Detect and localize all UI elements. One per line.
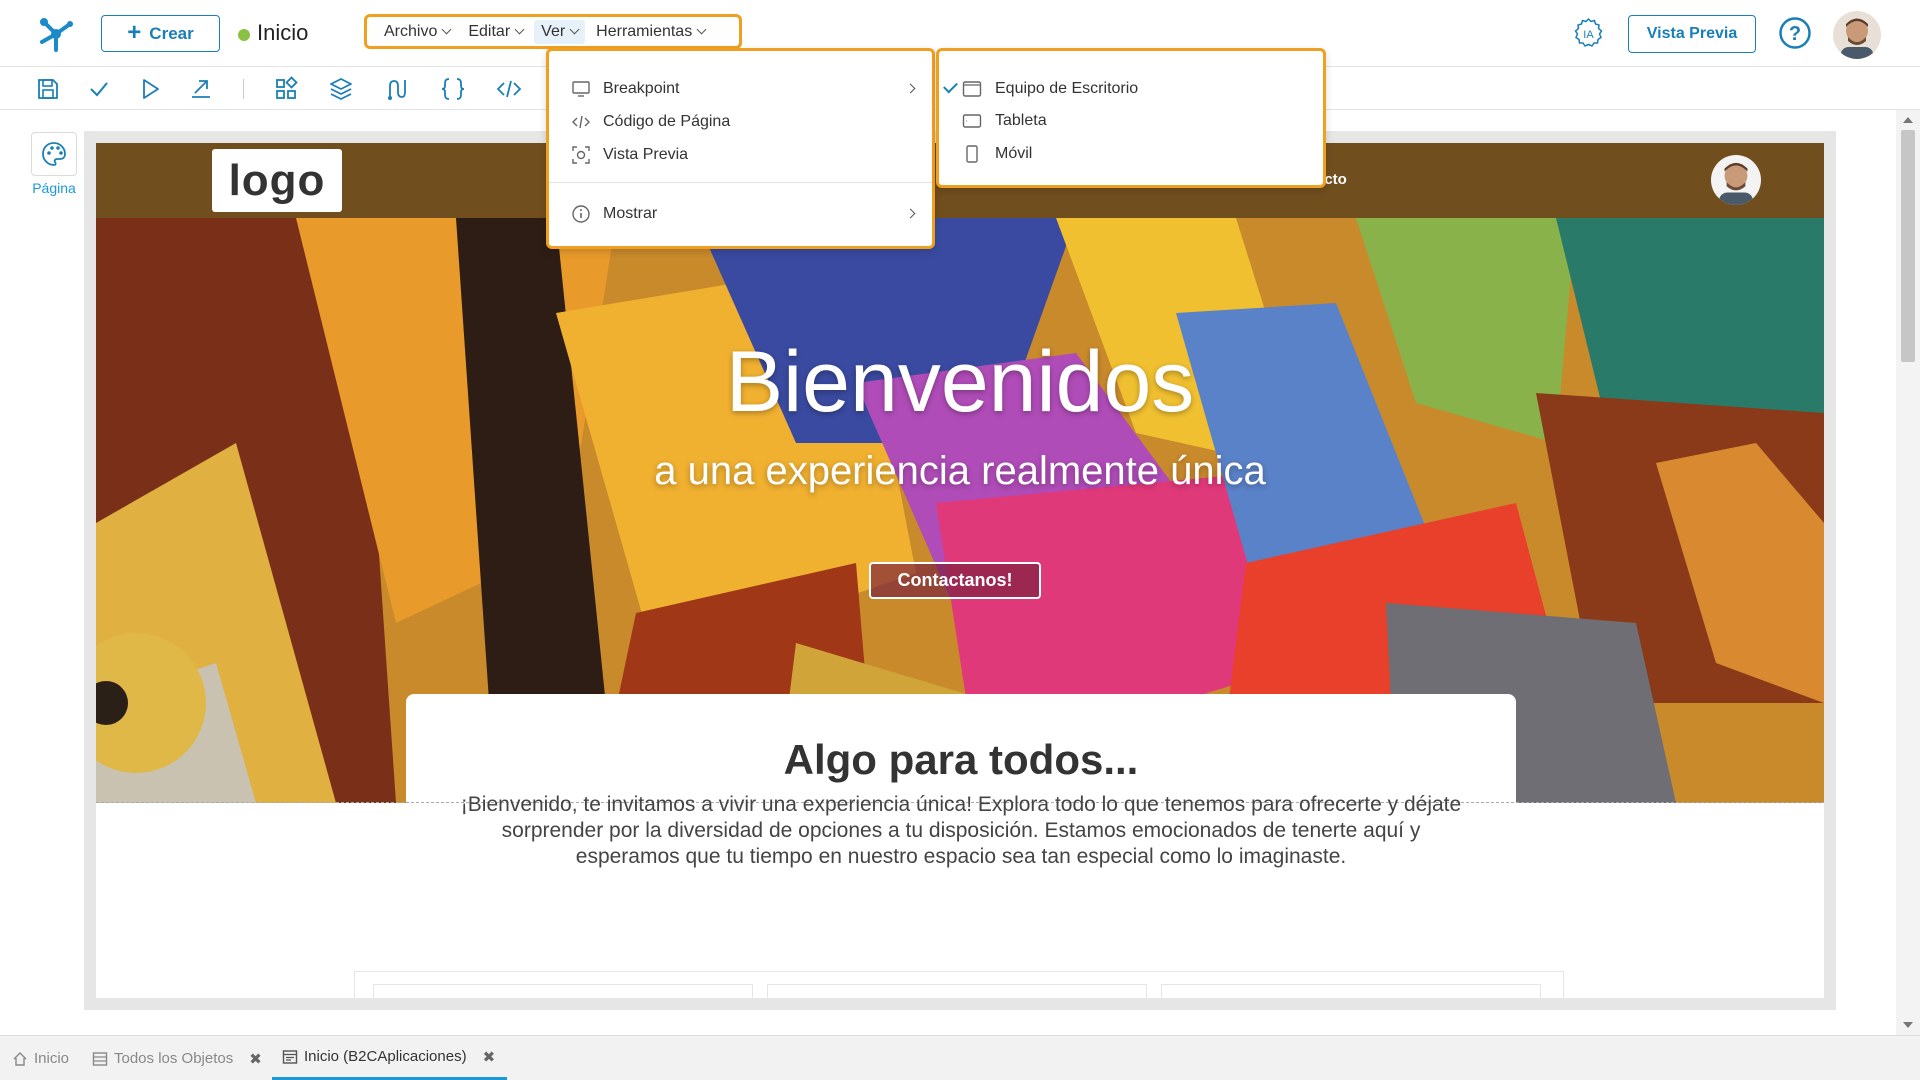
status-dot [238, 29, 250, 41]
menu-divider [549, 182, 932, 183]
chevron-right-icon [905, 208, 916, 219]
help-icon[interactable]: ? [1778, 16, 1812, 50]
menu-archivo-label: Archivo [384, 22, 438, 40]
create-button-label: Crear [149, 23, 194, 43]
tab-home[interactable]: Inicio [12, 1036, 69, 1080]
canvas-frame: logo acto Bienvenidos a una experiencia … [84, 131, 1836, 1010]
bottom-tab-bar: Inicio Todos los Objetos ✖ Inicio (B2CAp… [0, 1035, 1920, 1080]
site-logo[interactable]: logo [212, 149, 342, 212]
chevron-down-icon [696, 24, 707, 35]
hero-title: Bienvenidos [725, 334, 1195, 430]
menu-herramientas[interactable]: Herramientas [589, 20, 712, 44]
flow-icon[interactable] [383, 76, 409, 102]
menu-item-preview[interactable]: Vista Previa [549, 139, 932, 171]
chevron-right-icon [905, 83, 916, 94]
publish-icon[interactable] [188, 76, 214, 102]
close-icon[interactable]: ✖ [483, 1048, 496, 1066]
breakpoint-desktop[interactable]: Equipo de Escritorio [939, 73, 1323, 105]
menu-item-label: Vista Previa [603, 146, 689, 163]
breakpoint-tablet[interactable]: Tableta [939, 105, 1323, 137]
plus-icon: + [127, 18, 142, 46]
content-card[interactable]: Algo para todos... [406, 694, 1516, 804]
scroll-thumb[interactable] [1901, 130, 1915, 362]
chevron-down-icon [441, 24, 452, 35]
check-icon[interactable] [86, 76, 112, 102]
breakpoint-label: Tableta [995, 112, 1047, 129]
toolbar-divider [243, 79, 244, 99]
components-icon[interactable] [273, 76, 299, 102]
column-placeholder[interactable] [373, 984, 753, 998]
breakpoint-label: Equipo de Escritorio [995, 80, 1139, 97]
menu-item-label: Breakpoint [603, 80, 680, 97]
user-avatar[interactable] [1833, 11, 1881, 59]
column-placeholder[interactable] [1161, 984, 1541, 998]
menu-ver-label: Ver [541, 22, 566, 40]
layers-icon[interactable] [328, 76, 354, 102]
menu-editar-label: Editar [468, 22, 511, 40]
ai-label: IA [1583, 29, 1594, 41]
palette-icon-box [31, 132, 77, 176]
page-title: Inicio [257, 20, 309, 45]
tab-label: Todos los Objetos [114, 1050, 234, 1067]
menu-item-page-code[interactable]: Código de Página [549, 106, 932, 138]
ver-dropdown-menu: Breakpoint Código de Página Vista Previa… [546, 48, 935, 249]
palette-icon [42, 142, 66, 166]
tab-label: Inicio (B2CAplicaciones) [304, 1048, 467, 1065]
menu-ver[interactable]: Ver [534, 19, 586, 44]
contact-button[interactable]: Contactanos! [869, 562, 1041, 599]
play-icon[interactable] [137, 76, 163, 102]
menu-item-show[interactable]: Mostrar [549, 198, 932, 230]
columns-container[interactable] [354, 971, 1564, 998]
help-label: ? [1789, 23, 1801, 45]
menu-item-label: Código de Página [603, 113, 731, 130]
vertical-scrollbar[interactable] [1896, 110, 1920, 1035]
info-icon [571, 204, 591, 224]
page-icon [282, 1049, 298, 1064]
code-icon [571, 112, 591, 132]
mobile-icon [961, 144, 983, 164]
hero-subtitle: a una experiencia realmente única [654, 449, 1266, 493]
home-icon [13, 1051, 27, 1066]
page-canvas[interactable]: logo acto Bienvenidos a una experiencia … [96, 143, 1824, 998]
workspace: Página logo acto Bienvenidos a una exper… [0, 110, 1920, 1035]
tab-label: Inicio [34, 1050, 70, 1067]
menu-item-breakpoint[interactable]: Breakpoint [549, 73, 932, 105]
breakpoint-label: Móvil [995, 145, 1033, 162]
tablet-icon [961, 111, 983, 131]
app-logo-icon[interactable] [34, 10, 78, 54]
ai-assistant-icon[interactable]: IA [1572, 17, 1605, 50]
close-icon[interactable]: ✖ [249, 1050, 262, 1068]
menu-item-label: Mostrar [603, 205, 658, 222]
site-avatar[interactable] [1711, 155, 1761, 205]
menu-archivo[interactable]: Archivo [377, 20, 457, 44]
list-icon [92, 1051, 108, 1066]
save-icon[interactable] [35, 76, 61, 102]
page-properties-button[interactable]: Página [30, 132, 78, 196]
tab-all-objects[interactable]: Todos los Objetos ✖ [92, 1036, 262, 1080]
menu-bar: Archivo Editar Ver Herramientas [364, 14, 742, 49]
menu-editar[interactable]: Editar [461, 20, 530, 44]
chevron-down-icon [569, 24, 580, 35]
scroll-up-icon[interactable] [1903, 117, 1913, 123]
scroll-down-icon[interactable] [1903, 1022, 1913, 1028]
create-button[interactable]: + Crear [101, 15, 220, 52]
braces-icon[interactable] [440, 76, 466, 102]
preview-icon [571, 145, 591, 165]
monitor-icon [571, 79, 591, 99]
chevron-down-icon [514, 24, 525, 35]
column-placeholder[interactable] [767, 984, 1147, 998]
tab-page-inicio[interactable]: Inicio (B2CAplicaciones) ✖ [272, 1036, 508, 1080]
check-icon [943, 78, 958, 94]
card-title: Algo para todos... [783, 736, 1139, 783]
breakpoint-mobile[interactable]: Móvil [939, 138, 1323, 170]
desktop-icon [961, 79, 983, 99]
menu-herramientas-label: Herramientas [596, 22, 693, 40]
page-properties-label: Página [32, 180, 76, 196]
card-text: ¡Bienvenido, te invitamos a vivir una ex… [460, 793, 1462, 868]
breakpoint-submenu: Equipo de Escritorio Tableta Móvil [936, 48, 1326, 188]
code-icon[interactable] [496, 76, 522, 102]
preview-button[interactable]: Vista Previa [1628, 15, 1756, 53]
